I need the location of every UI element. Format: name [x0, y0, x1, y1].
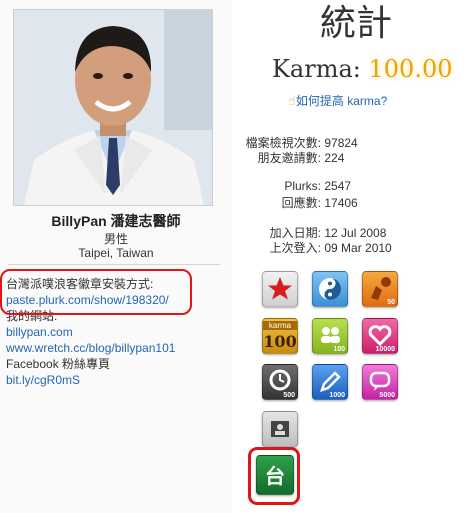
- badge-karma-number: 100: [263, 332, 297, 351]
- stat-label: 回應數:: [281, 196, 321, 210]
- yin-yang-icon[interactable]: [312, 271, 348, 307]
- stat-value: 12 Jul 2008: [324, 226, 387, 240]
- highlight-box: [248, 447, 300, 505]
- avatar[interactable]: [13, 9, 213, 206]
- stat-label: 朋友邀請數:: [257, 151, 321, 165]
- stats-title: 統計: [320, 3, 393, 44]
- speech-bubble-icon[interactable]: 5000: [362, 364, 398, 400]
- about-link-bitly[interactable]: bit.ly/cgR0mS: [6, 372, 175, 388]
- stat-value: 224: [324, 151, 345, 165]
- stat-responses: 回應數: 17406: [232, 194, 358, 211]
- badge-count: 50: [387, 299, 395, 306]
- profile-location: Taipei, Taiwan: [78, 246, 154, 260]
- stat-label: Plurks:: [284, 179, 321, 193]
- hand-icon: ☝: [288, 93, 296, 108]
- highlight-box: [0, 269, 192, 315]
- badge-count: 100: [333, 346, 345, 353]
- stat-last-login: 上次登入: 09 Mar 2010: [232, 239, 392, 256]
- badge-count: 1000: [329, 392, 345, 399]
- badge-karma-label: karma: [263, 321, 297, 330]
- divider: [8, 264, 220, 265]
- karma-100-icon[interactable]: karma 100: [262, 318, 298, 354]
- profile-name: BillyPan 潘建志醫師: [51, 213, 181, 229]
- profile-gender: 男性: [103, 232, 128, 246]
- stat-value: 17406: [324, 196, 358, 210]
- karma-label: Karma:: [272, 55, 361, 83]
- basketball-icon[interactable]: 50: [362, 271, 398, 307]
- about-link-wretch[interactable]: www.wretch.cc/blog/billypan101: [6, 340, 175, 356]
- stats-panel: 統計 Karma: 100.00 ☝如何提高 karma? 檔案檢視次數: 97…: [232, 0, 467, 513]
- stat-value: 2547: [324, 179, 352, 193]
- profile-card: BillyPan 潘建志醫師 男性 Taipei, Taiwan 台灣派噗浪客徽…: [0, 0, 233, 513]
- badge-count: 5000: [379, 392, 395, 399]
- stat-label: 上次登入:: [269, 241, 321, 255]
- star-icon[interactable]: [262, 271, 298, 307]
- stat-value: 97824: [324, 136, 358, 150]
- stat-value: 09 Mar 2010: [324, 241, 392, 255]
- karma-help-link[interactable]: ☝如何提高 karma?: [288, 92, 387, 109]
- stat-friend-invites: 朋友邀請數: 224: [232, 149, 345, 166]
- about-facebook-label: Facebook 粉絲專頁: [6, 357, 111, 371]
- karma-row: Karma: 100.00: [272, 55, 453, 83]
- karma-value: 100.00: [368, 55, 453, 83]
- badge-count: 10000: [375, 346, 395, 353]
- stat-plurks: Plurks: 2547: [232, 179, 351, 193]
- about-link-billypan[interactable]: billypan.com: [6, 324, 175, 340]
- clock-icon[interactable]: 500: [262, 364, 298, 400]
- karma-help-text: 如何提高 karma?: [295, 94, 388, 108]
- heart-icon[interactable]: 10000: [362, 318, 398, 354]
- pencil-icon[interactable]: 1000: [312, 364, 348, 400]
- badge-count: 500: [283, 392, 295, 399]
- id-card-icon[interactable]: [262, 411, 298, 447]
- friends-icon[interactable]: 100: [312, 318, 348, 354]
